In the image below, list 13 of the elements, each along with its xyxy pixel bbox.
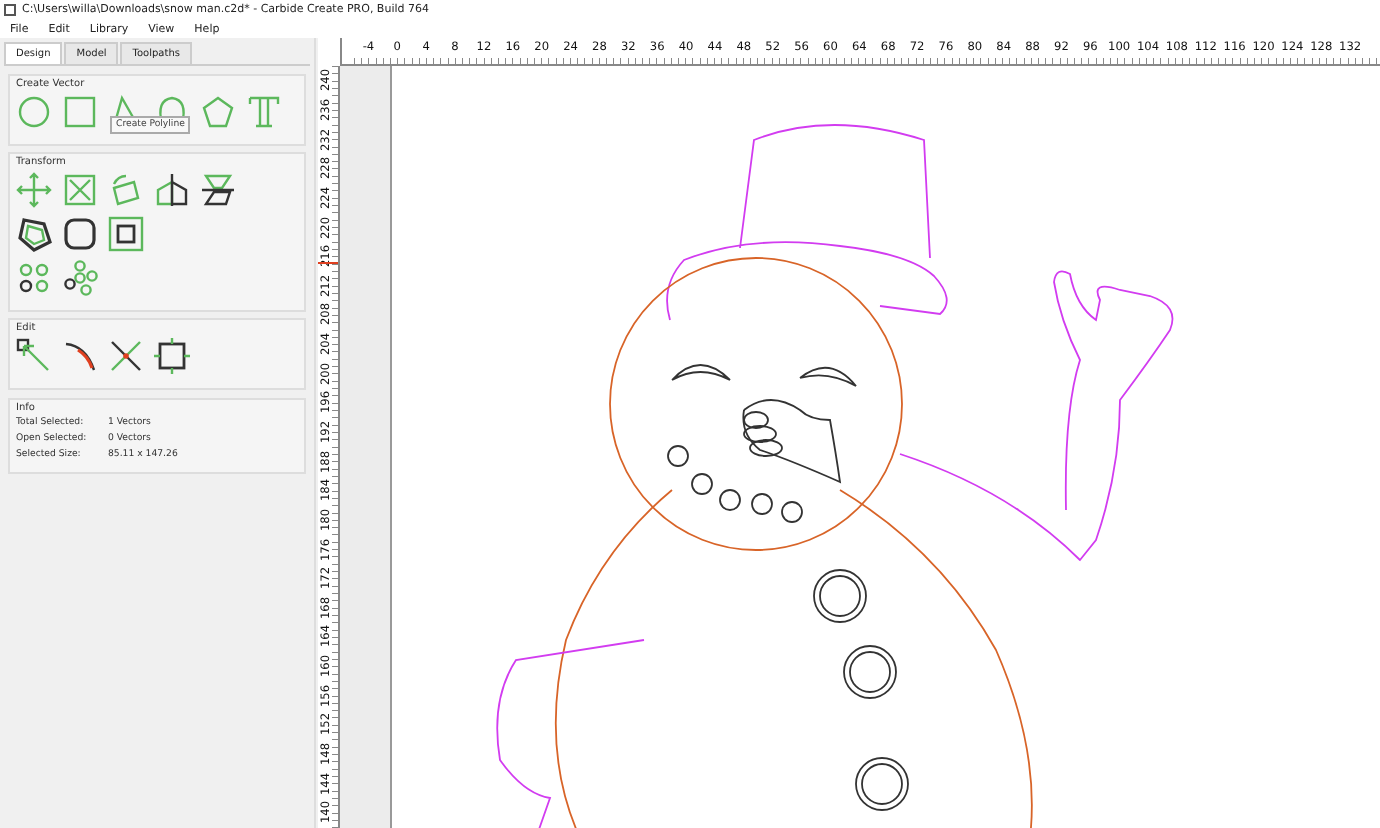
app-icon xyxy=(4,4,16,16)
mirror-icon[interactable] xyxy=(154,172,190,208)
curve-trim-icon[interactable] xyxy=(62,338,98,374)
rounded-square-icon[interactable] xyxy=(62,216,98,252)
crossing-lines-icon[interactable] xyxy=(108,338,144,374)
circle-grid-icon[interactable] xyxy=(16,260,52,296)
position-marker xyxy=(318,262,338,264)
box-handles-icon[interactable] xyxy=(154,338,190,374)
flip-icon[interactable] xyxy=(200,172,236,208)
node-arrow-icon[interactable] xyxy=(16,338,52,374)
circle-ring-icon[interactable] xyxy=(62,260,98,296)
offset-shape-icon[interactable] xyxy=(16,216,52,252)
overlapping-squares-icon[interactable] xyxy=(108,216,144,252)
